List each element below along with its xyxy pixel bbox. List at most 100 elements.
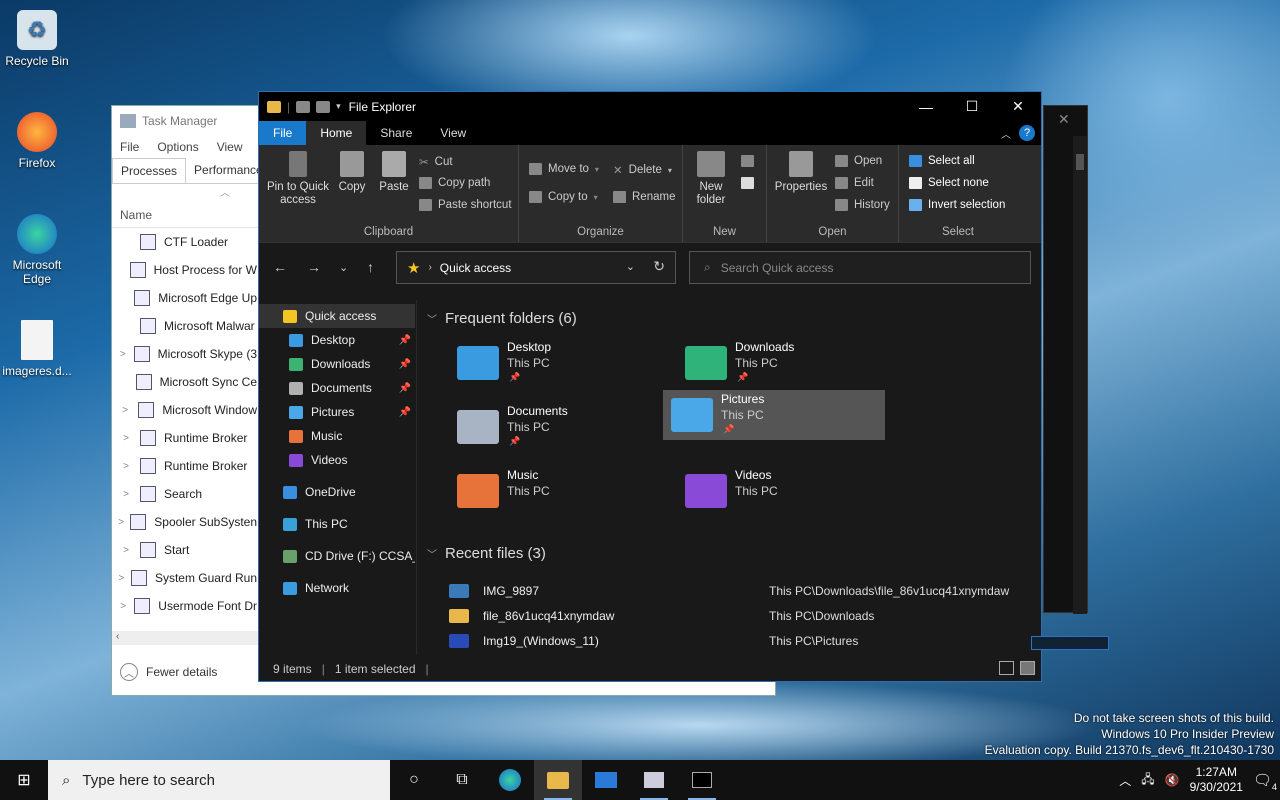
- nav-item-onedrive[interactable]: OneDrive: [259, 480, 415, 504]
- copy-to-button[interactable]: Copy to ▾: [529, 191, 598, 203]
- address-bar[interactable]: ★ › Quick access ⌄ ↻: [396, 251, 676, 284]
- taskbar-terminal[interactable]: [678, 760, 726, 800]
- tab-home[interactable]: Home: [306, 121, 367, 145]
- process-row[interactable]: > Microsoft Window: [112, 396, 257, 424]
- search-input[interactable]: ⌕ Search Quick access: [689, 251, 1031, 284]
- process-row[interactable]: > Search: [112, 480, 257, 508]
- process-row[interactable]: > Start: [112, 536, 257, 564]
- menu-options[interactable]: Options: [157, 140, 198, 154]
- expand-chevron-icon[interactable]: >: [112, 405, 138, 416]
- file-explorer-window[interactable]: | ▾ File Explorer — ☐ ✕ File Home Share …: [258, 91, 1109, 682]
- process-row[interactable]: > Usermode Font Dr: [112, 592, 257, 620]
- process-row[interactable]: > Runtime Broker: [112, 424, 257, 452]
- recent-file-row[interactable]: file_86v1ucq41xnymdaw This PC\Downloads: [449, 604, 1039, 628]
- close-button[interactable]: ✕: [995, 92, 1041, 121]
- paste-shortcut-button[interactable]: Paste shortcut: [419, 199, 512, 211]
- nav-item-desktop[interactable]: Desktop 📌: [259, 328, 415, 352]
- tab-share[interactable]: Share: [366, 121, 426, 145]
- menu-file[interactable]: File: [120, 140, 139, 154]
- recent-file-row[interactable]: Img19_(Windows_11) This PC\Pictures: [449, 629, 1039, 653]
- tab-file[interactable]: File: [259, 121, 307, 145]
- expand-chevron-icon[interactable]: >: [112, 545, 140, 556]
- easy-access-button[interactable]: [741, 177, 754, 189]
- close-icon[interactable]: ✕: [1058, 111, 1070, 128]
- tab-processes[interactable]: Processes: [112, 158, 187, 183]
- menu-view[interactable]: View: [217, 140, 243, 154]
- paste-button[interactable]: Paste: [376, 151, 412, 194]
- copy-path-button[interactable]: Copy path: [419, 177, 490, 189]
- help-icon[interactable]: ?: [1019, 125, 1035, 141]
- taskbar-file-explorer[interactable]: [534, 760, 582, 800]
- back-button[interactable]: ←: [273, 259, 287, 275]
- background-window[interactable]: ✕: [1043, 105, 1088, 614]
- nav-item-music[interactable]: Music: [259, 424, 415, 448]
- copy-button[interactable]: Copy: [335, 151, 369, 194]
- nav-item-this-pc[interactable]: This PC: [259, 512, 415, 536]
- nav-item-network[interactable]: Network: [259, 576, 415, 600]
- new-folder-button[interactable]: New folder: [689, 151, 733, 207]
- process-row[interactable]: Microsoft Edge Up: [112, 284, 257, 312]
- address-dropdown-icon[interactable]: ⌄: [626, 260, 635, 273]
- taskbar-edge[interactable]: [486, 760, 534, 800]
- collapse-ribbon-icon[interactable]: ︿: [1001, 126, 1011, 141]
- vertical-scrollbar[interactable]: [1073, 136, 1087, 614]
- customize-dropdown-icon[interactable]: ▾: [336, 101, 341, 112]
- process-row[interactable]: > System Guard Run: [112, 564, 257, 592]
- horizontal-scrollbar[interactable]: ‹: [112, 631, 258, 645]
- large-icons-view-icon[interactable]: [1020, 661, 1035, 675]
- desktop-icon-firefox[interactable]: Firefox: [0, 112, 74, 170]
- open-button[interactable]: Open: [835, 155, 882, 167]
- tab-view[interactable]: View: [426, 121, 480, 145]
- refresh-icon[interactable]: ↻: [653, 258, 665, 275]
- desktop-icon-imageres[interactable]: imageres.d...: [0, 320, 74, 378]
- properties-icon[interactable]: [296, 100, 311, 113]
- minimize-button[interactable]: —: [903, 92, 949, 121]
- desktop-icon-edge[interactable]: Microsoft Edge: [0, 214, 74, 286]
- folder-tile-videos[interactable]: Videos This PC: [677, 466, 899, 516]
- expand-chevron-icon[interactable]: >: [112, 489, 140, 500]
- properties-button[interactable]: Properties: [773, 151, 829, 194]
- task-view-button[interactable]: ⧉: [438, 760, 486, 800]
- nav-item-quick-access[interactable]: Quick access: [259, 304, 415, 328]
- cut-button[interactable]: ✂ Cut: [419, 155, 453, 169]
- move-to-button[interactable]: Move to ▾: [529, 163, 599, 175]
- delete-button[interactable]: ✕ Delete ▾: [613, 163, 672, 177]
- network-icon[interactable]: 🖧: [1141, 770, 1154, 791]
- recent-locations-button[interactable]: ⌄: [339, 261, 348, 274]
- folder-tile-pictures[interactable]: Pictures This PC 📌: [663, 390, 885, 440]
- fewer-details-button[interactable]: ︿ Fewer details: [112, 659, 217, 685]
- process-row[interactable]: > Microsoft Skype (3: [112, 340, 257, 368]
- nav-item-cd-drive-f-ccsa-x[interactable]: CD Drive (F:) CCSA_X: [259, 544, 415, 568]
- expand-chevron-icon[interactable]: >: [112, 461, 140, 472]
- process-row[interactable]: Host Process for W: [112, 256, 257, 284]
- expand-chevron-icon[interactable]: >: [112, 349, 134, 360]
- maximize-button[interactable]: ☐: [949, 92, 995, 121]
- taskbar-search-box[interactable]: ⌕ Type here to search: [48, 760, 390, 800]
- cortana-button[interactable]: ○: [390, 760, 438, 800]
- taskbar-mail[interactable]: [582, 760, 630, 800]
- folder-tile-desktop[interactable]: Desktop This PC 📌: [449, 338, 671, 388]
- volume-muted-icon[interactable]: 🔇: [1165, 773, 1180, 787]
- expand-chevron-icon[interactable]: >: [112, 601, 134, 612]
- frequent-folders-header[interactable]: ﹀ Frequent folders (6): [427, 310, 577, 327]
- process-row[interactable]: > Spooler SubSysten: [112, 508, 257, 536]
- process-row[interactable]: Microsoft Malwar: [112, 312, 257, 340]
- rename-button[interactable]: Rename: [613, 191, 675, 203]
- process-row[interactable]: Microsoft Sync Ce: [112, 368, 257, 396]
- pin-to-quick-access-button[interactable]: Pin to Quick access: [263, 151, 333, 207]
- process-row[interactable]: CTF Loader: [112, 228, 257, 256]
- explorer-titlebar[interactable]: | ▾ File Explorer — ☐ ✕: [259, 92, 1041, 121]
- process-row[interactable]: > Runtime Broker: [112, 452, 257, 480]
- invert-selection-button[interactable]: Invert selection: [909, 199, 1005, 211]
- action-center-button[interactable]: 🗨 4: [1253, 771, 1277, 792]
- expand-chevron-icon[interactable]: >: [112, 573, 131, 584]
- clock[interactable]: 1:27AM 9/30/2021: [1190, 765, 1243, 795]
- nav-item-downloads[interactable]: Downloads 📌: [259, 352, 415, 376]
- folder-tile-music[interactable]: Music This PC: [449, 466, 671, 516]
- folder-tile-downloads[interactable]: Downloads This PC 📌: [677, 338, 899, 388]
- details-view-icon[interactable]: [999, 661, 1014, 675]
- edit-button[interactable]: Edit: [835, 177, 874, 189]
- recent-file-row[interactable]: IMG_9897 This PC\Downloads\file_86v1ucq41…: [449, 579, 1039, 603]
- select-none-button[interactable]: Select none: [909, 177, 989, 189]
- show-hidden-icons-icon[interactable]: ︿: [1119, 772, 1131, 789]
